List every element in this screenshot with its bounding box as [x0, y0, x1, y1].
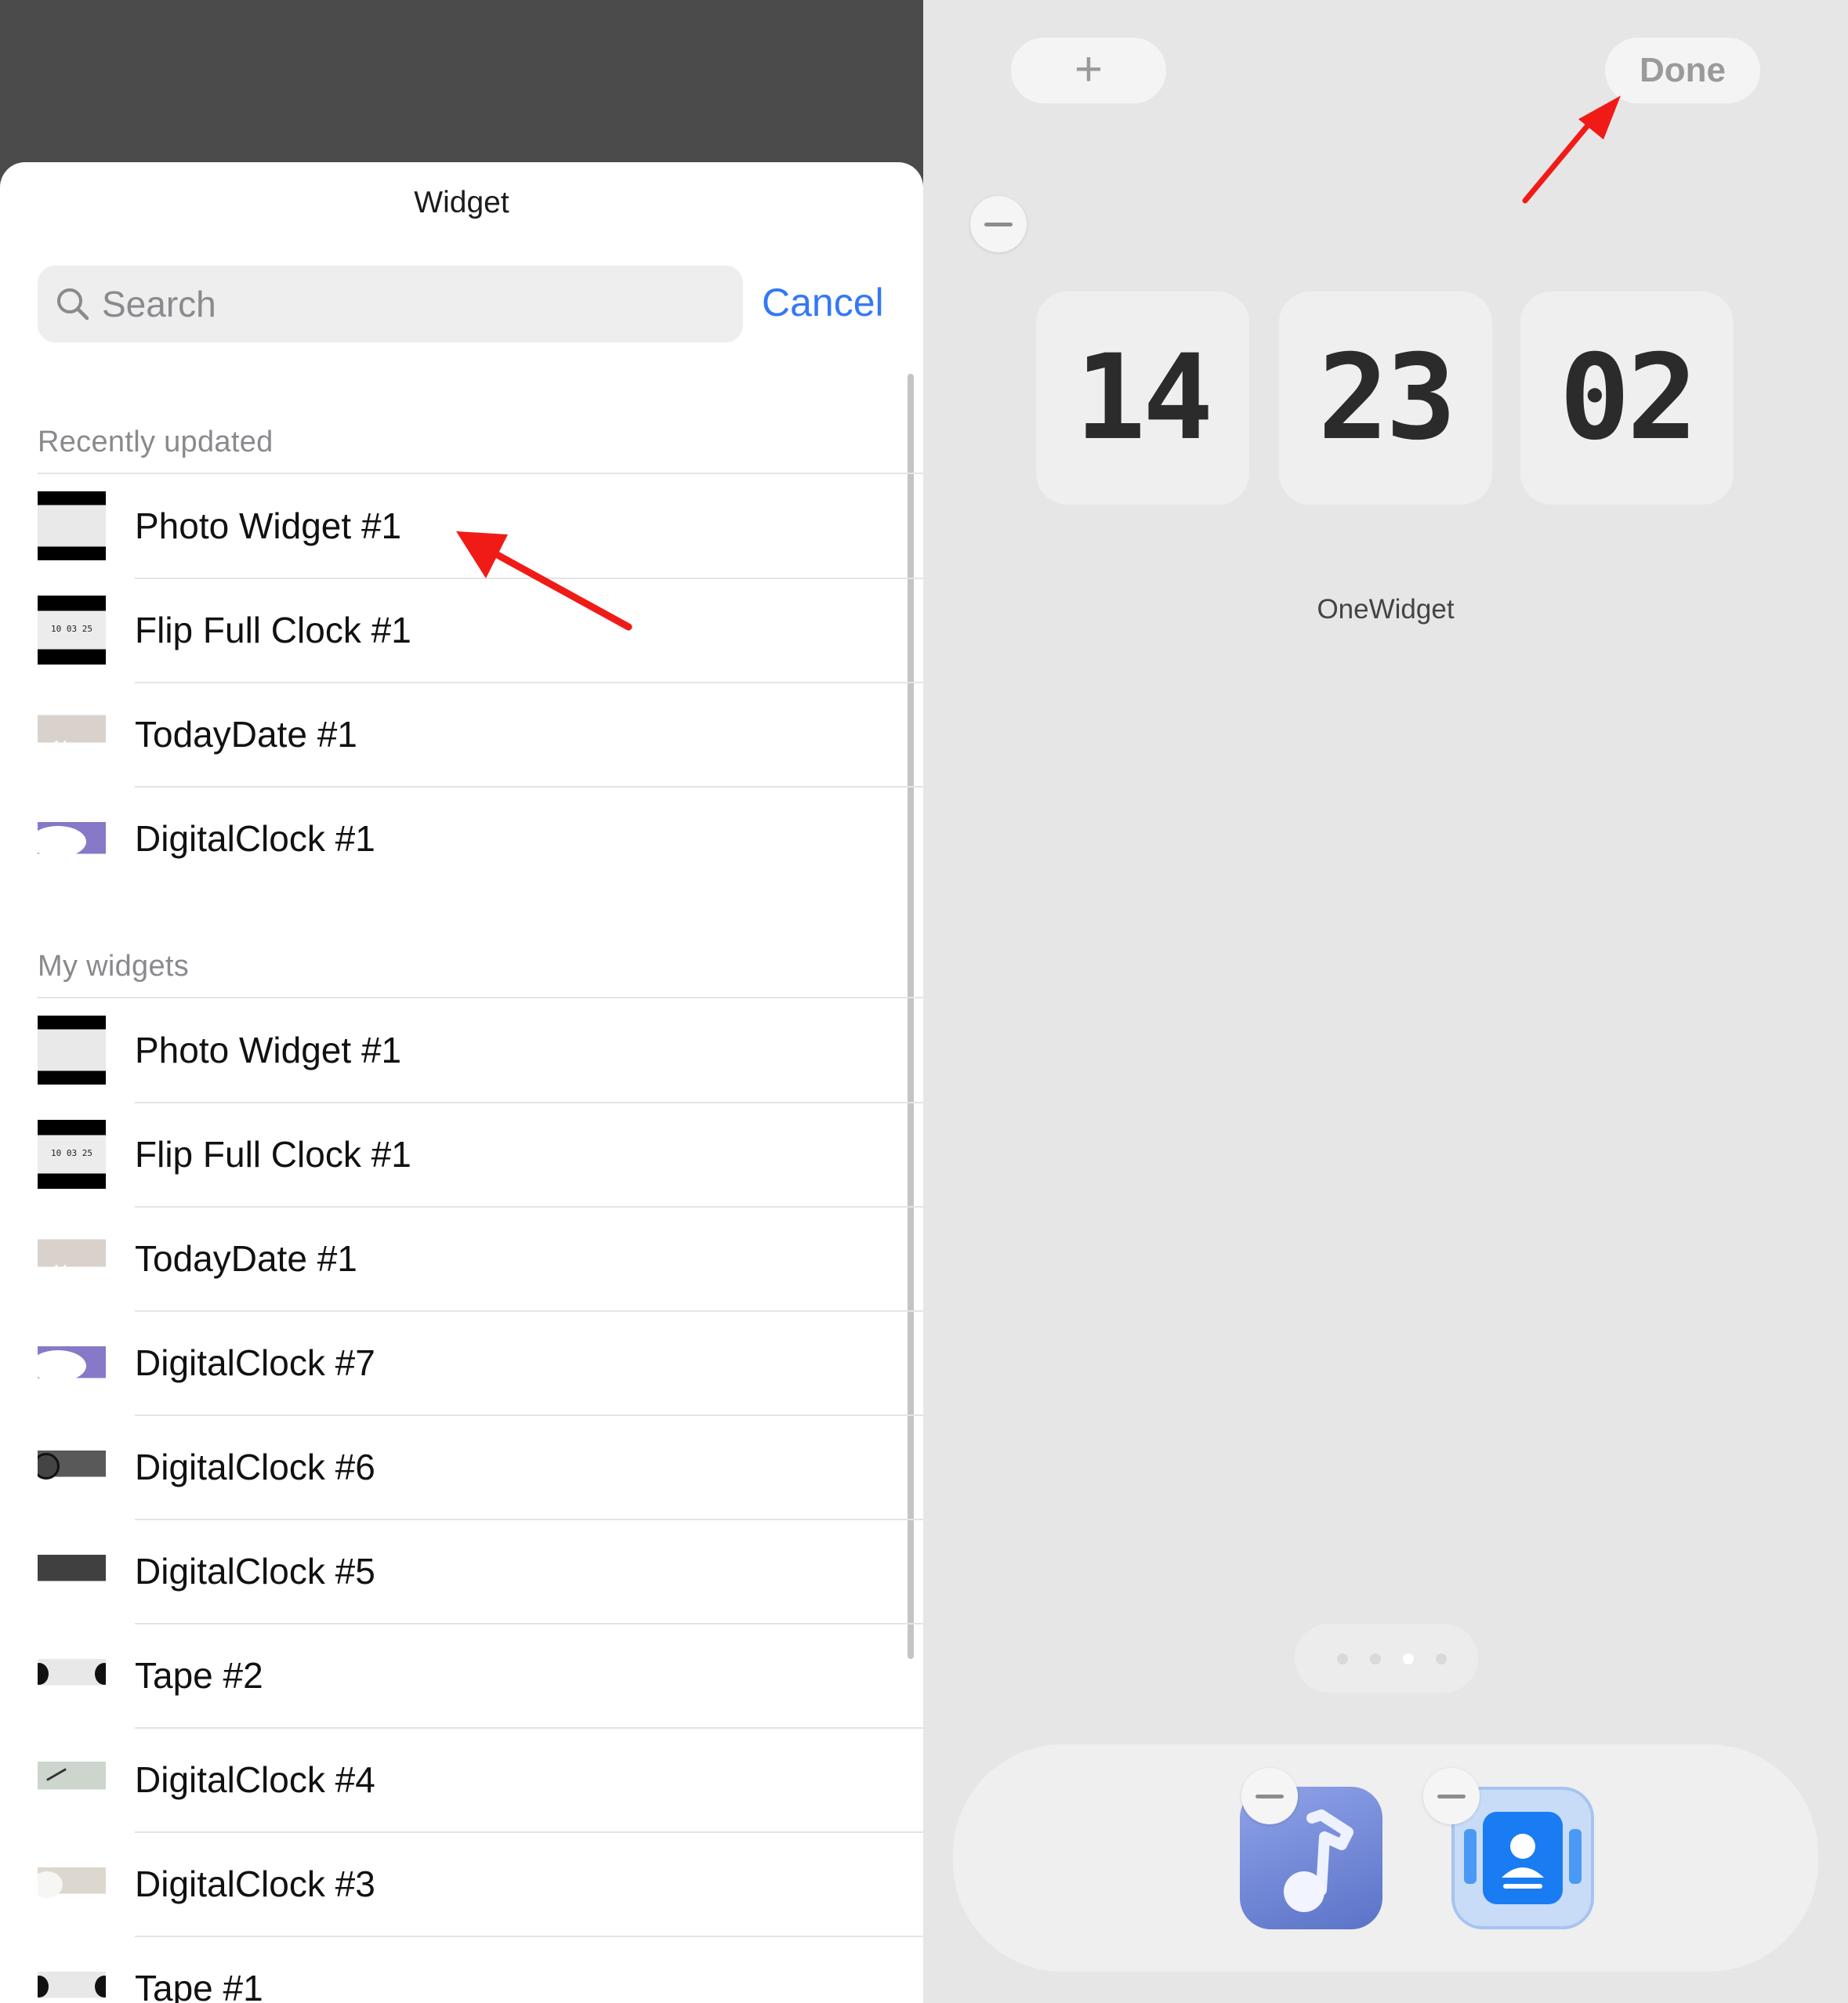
section-header-recently-updated: Recently updated	[38, 426, 274, 458]
widget-list-item[interactable]: DigitalClock #4	[0, 1728, 923, 1833]
widget-list-item-label: Photo Widget #1	[135, 505, 402, 546]
widget-list-item-label: DigitalClock #6	[135, 1447, 375, 1487]
page-indicator[interactable]	[1295, 1624, 1478, 1693]
search-field[interactable]	[38, 266, 743, 342]
sheet-title: Widget	[414, 186, 509, 219]
widget-thumbnail-icon	[38, 1016, 106, 1085]
home-screen-editor: + Done 14 23 02 OneWidget	[923, 0, 1848, 2003]
widget-list-item[interactable]: 14 TodayDate #1	[0, 1207, 923, 1312]
widget-caption: OneWidget	[1317, 594, 1455, 625]
widget-picker-sheet: Widget Cancel Recently updated Photo Wid…	[0, 162, 923, 2003]
add-widget-button[interactable]: +	[1011, 38, 1166, 103]
widget-thumbnail-icon	[38, 491, 106, 560]
widget-thumbnail-icon: 10 03 25	[38, 1120, 106, 1189]
page-dot[interactable]	[1436, 1653, 1447, 1664]
search-input[interactable]	[102, 266, 729, 342]
remove-widget-button[interactable]	[970, 196, 1027, 252]
widget-thumbnail-icon	[38, 1745, 106, 1814]
widget-list-item[interactable]: Tape #1	[0, 1936, 923, 2003]
search-icon	[57, 288, 89, 321]
clock-hours-tile: 14	[1036, 292, 1249, 505]
cancel-button[interactable]: Cancel	[762, 280, 884, 325]
widget-list-item-label: TodayDate #1	[135, 1238, 357, 1279]
widget-thumbnail-icon: 14	[38, 700, 106, 769]
annotation-arrow-icon	[456, 531, 632, 631]
widget-thumbnail-icon	[38, 1433, 106, 1501]
widget-thumbnail-icon	[38, 1641, 106, 1710]
widget-thumbnail-icon	[38, 1954, 106, 2003]
widget-list-item[interactable]: DigitalClock #3	[0, 1832, 923, 1937]
dimmed-background[interactable]	[0, 0, 923, 162]
widget-list-item[interactable]: DigitalClock #7	[0, 1311, 923, 1416]
widget-list-item[interactable]: Tape #2	[0, 1624, 923, 1729]
widget-list-item-label: DigitalClock #3	[135, 1864, 375, 1904]
page-dot[interactable]	[1370, 1653, 1381, 1664]
remove-music-app-button[interactable]	[1241, 1768, 1298, 1824]
widget-list-item-label: TodayDate #1	[135, 714, 357, 755]
widget-list-item[interactable]: DigitalClock #6	[0, 1415, 923, 1520]
widget-list-item-label: Tape #1	[135, 1968, 263, 2003]
widget-thumbnail-icon	[38, 1328, 106, 1397]
widget-list-item-label: DigitalClock #7	[135, 1342, 375, 1383]
widget-list-item[interactable]: DigitalClock #5	[0, 1519, 923, 1624]
widget-thumbnail-icon	[38, 1849, 106, 1918]
widget-list-item[interactable]: DigitalClock #1	[0, 787, 923, 891]
widget-list-item[interactable]: 14 TodayDate #1	[0, 683, 923, 788]
widget-list-item-label: DigitalClock #1	[135, 818, 375, 859]
widget-list-item[interactable]: Photo Widget #1	[0, 998, 923, 1103]
widget-list-item-label: Photo Widget #1	[135, 1030, 402, 1070]
widget-list-item-label: Tape #2	[135, 1655, 263, 1696]
widget-thumbnail-icon	[38, 1537, 106, 1606]
widget-list-item-label: DigitalClock #4	[135, 1759, 375, 1800]
clock-minutes-tile: 23	[1279, 292, 1492, 505]
widget-picker-pane: Widget Cancel Recently updated Photo Wid…	[0, 0, 923, 2003]
annotation-arrow-icon	[1522, 96, 1621, 204]
widget-thumbnail-icon	[38, 804, 106, 873]
page-dot[interactable]	[1403, 1653, 1414, 1664]
widget-thumbnail-icon: 14	[38, 1224, 106, 1293]
remove-contacts-app-button[interactable]	[1423, 1768, 1480, 1824]
widget-list-item[interactable]: 10 03 25 Flip Full Clock #1	[0, 1103, 923, 1208]
widget-list-item-label: DigitalClock #5	[135, 1551, 375, 1592]
section-header-my-widgets: My widgets	[38, 950, 190, 983]
widget-list-item-label: Flip Full Clock #1	[135, 610, 411, 650]
dock	[953, 1744, 1818, 1972]
page-dot[interactable]	[1337, 1653, 1348, 1664]
widget-list-item-label: Flip Full Clock #1	[135, 1134, 411, 1175]
clock-seconds-tile: 02	[1520, 292, 1734, 505]
widget-thumbnail-icon: 10 03 25	[38, 596, 106, 665]
